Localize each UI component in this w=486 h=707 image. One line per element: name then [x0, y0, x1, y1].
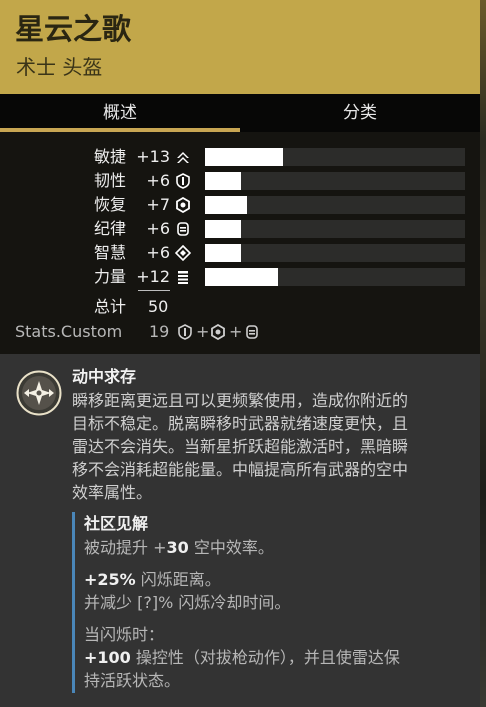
strength-icon	[178, 271, 188, 284]
insight-line: 被动提升 +30 空中效率。	[84, 536, 464, 559]
perk-desc-line: 效率属性。	[72, 483, 153, 502]
stat-row-resilience: 韧性 +6	[0, 169, 480, 193]
insight-line: +100 操控性（对拔枪动作），并且使雷达保	[84, 646, 464, 669]
recovery-icon	[211, 324, 225, 340]
mobility-icon	[177, 152, 189, 163]
stat-name: 力量	[93, 267, 126, 286]
stat-bar	[205, 196, 465, 214]
insight-line: 当闪烁时：	[84, 625, 165, 644]
insight-highlight: +25%	[84, 570, 136, 589]
stat-name: 恢复	[93, 195, 126, 214]
stat-bar	[205, 244, 465, 262]
stat-bar	[205, 220, 465, 238]
intellect-icon	[175, 245, 191, 261]
stat-name: 智慧	[93, 243, 126, 262]
stat-value: +7	[146, 195, 170, 214]
plus-sign: +	[196, 322, 210, 341]
item-title: 星云之歌	[15, 12, 132, 46]
insight-text: 空中效率。	[188, 538, 274, 557]
stat-bar-fill	[205, 196, 247, 214]
item-subtitle: 术士 头盔	[16, 55, 103, 79]
insight-highlight: 30	[166, 538, 189, 557]
perk-description: 瞬移距离更远且可以更频繁使用，造成你附近的 目标不稳定。脱离瞬移时武器就绪速度更…	[72, 389, 462, 504]
recovery-icon	[176, 197, 190, 213]
insight-line: 并减少 [?]% 闪烁冷却时间。	[84, 593, 291, 612]
perk-desc-line: 目标不稳定。脱离瞬移时武器就绪速度更快，且	[72, 414, 409, 433]
community-insight: 社区见解 被动提升 +30 空中效率。 +25% 闪烁距离。 并减少 [?]% …	[84, 512, 464, 692]
insight-highlight: +100	[84, 648, 131, 667]
tab-categories[interactable]: 分类	[240, 94, 480, 132]
discipline-icon	[246, 325, 258, 339]
stat-value: +13	[136, 147, 170, 166]
perk-name: 动中求存	[72, 367, 137, 386]
total-divider	[138, 290, 170, 291]
discipline-icon	[177, 222, 189, 236]
custom-stats-value: 19	[149, 322, 170, 341]
insight-title: 社区见解	[84, 514, 149, 533]
stat-bar-fill	[205, 148, 283, 166]
perk-section: 动中求存 瞬移距离更远且可以更频繁使用，造成你附近的 目标不稳定。脱离瞬移时武器…	[0, 354, 480, 707]
perk-icon[interactable]	[16, 370, 62, 416]
stat-bar-fill	[205, 172, 242, 190]
item-header: 星云之歌 术士 头盔	[0, 0, 480, 94]
stat-value: +6	[146, 171, 170, 190]
stat-value: +6	[146, 219, 170, 238]
stat-bar-fill	[205, 244, 242, 262]
total-value: 50	[148, 297, 169, 316]
stat-name: 纪律	[93, 219, 126, 238]
stat-row-strength: 力量 +12	[0, 265, 480, 289]
item-card: 星云之歌 术士 头盔 概述 分类 敏捷 +13 韧性 +6 恢复 +7 纪律 +…	[0, 0, 480, 707]
custom-stats-label: Stats.Custom	[15, 322, 123, 341]
stat-row-discipline: 纪律 +6	[0, 217, 480, 241]
stat-row-intellect: 智慧 +6	[0, 241, 480, 265]
perk-desc-line: 移不会消耗超能能量。中幅提高所有武器的空中	[72, 460, 409, 479]
stat-bar	[205, 148, 465, 166]
stat-row-recovery: 恢复 +7	[0, 193, 480, 217]
stat-row-mobility: 敏捷 +13	[0, 145, 480, 169]
insight-line: 持活跃状态。	[84, 671, 181, 690]
resilience-icon	[178, 324, 192, 340]
insight-line: +25% 闪烁距离。	[84, 568, 464, 591]
stat-bar	[205, 172, 465, 190]
plus-sign: +	[229, 322, 243, 341]
stat-bar-fill	[205, 268, 278, 286]
insight-accent-bar	[72, 512, 75, 693]
stat-value: +12	[136, 267, 170, 286]
stat-name: 敏捷	[93, 147, 126, 166]
perk-desc-line: 雷达不会消失。当新星折跃超能激活时，黑暗瞬	[72, 437, 409, 456]
stat-bar	[205, 268, 465, 286]
insight-text: 闪烁距离。	[135, 570, 221, 589]
insight-text: 被动提升 +	[84, 538, 167, 557]
tab-bar: 概述 分类	[0, 94, 480, 132]
stat-name: 韧性	[93, 171, 126, 190]
resilience-icon	[176, 173, 190, 189]
insight-text: 操控性（对拔枪动作），并且使雷达保	[130, 648, 400, 667]
stat-value: +6	[146, 243, 170, 262]
background-edge	[480, 0, 486, 707]
perk-desc-line: 瞬移距离更远且可以更频繁使用，造成你附近的	[72, 391, 409, 410]
total-label: 总计	[93, 297, 126, 316]
tab-overview[interactable]: 概述	[0, 94, 240, 132]
stat-bar-fill	[205, 220, 242, 238]
